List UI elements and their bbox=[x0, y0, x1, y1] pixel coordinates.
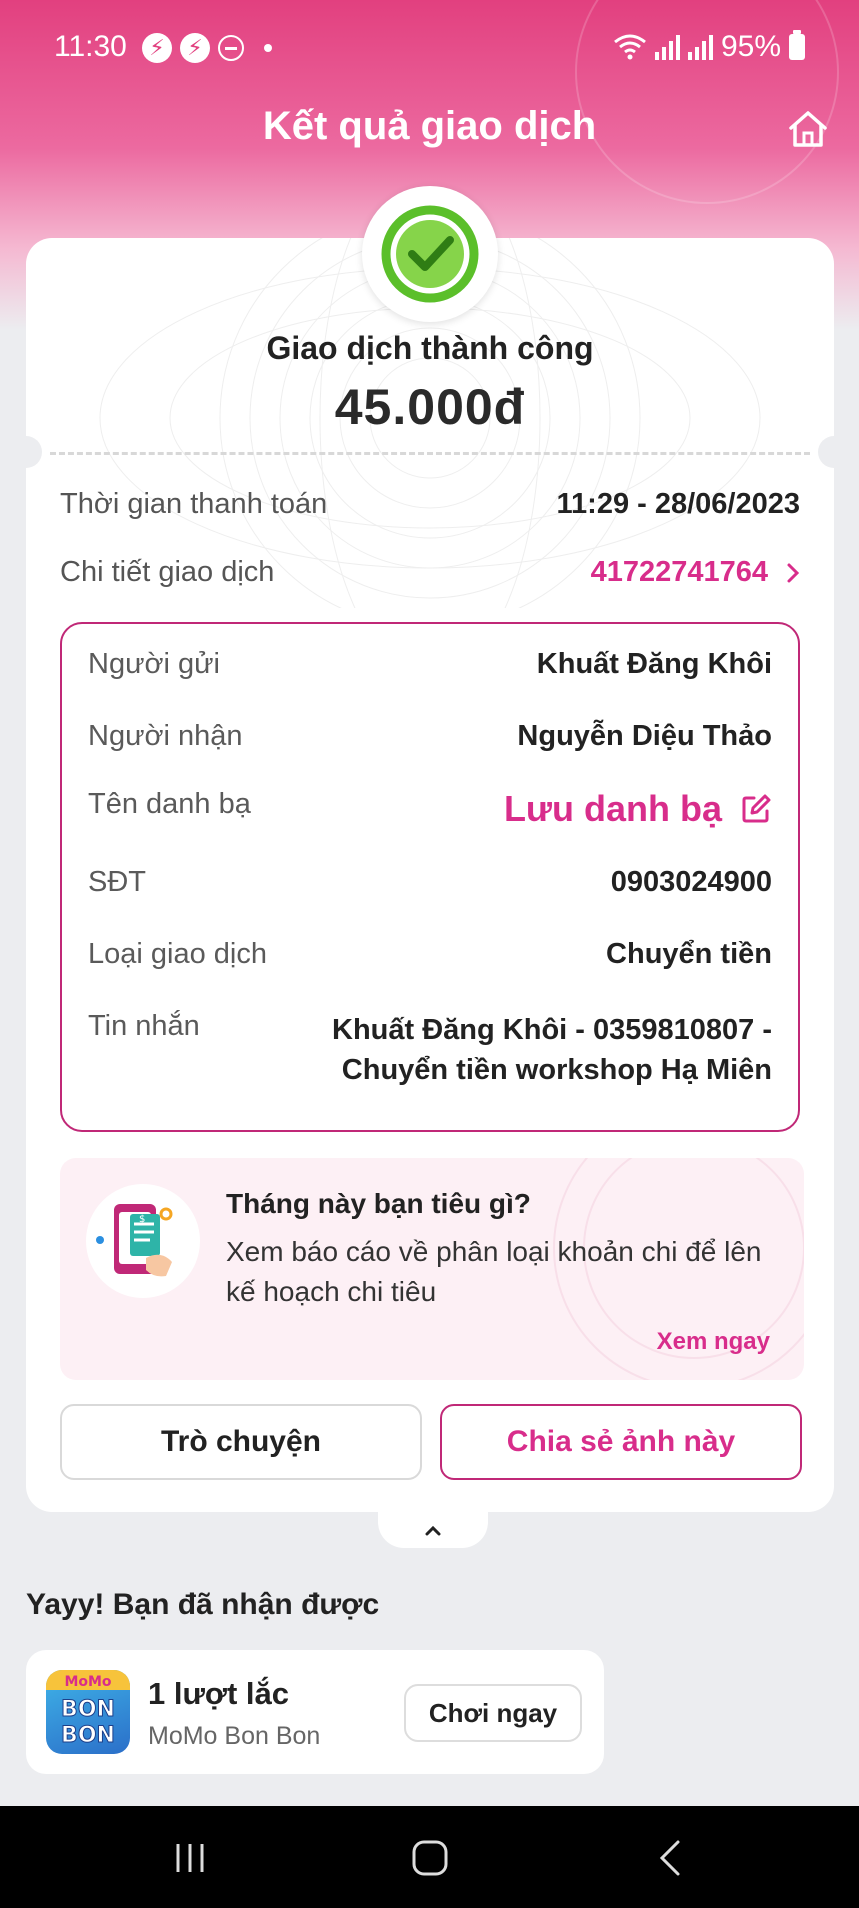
collapse-toggle[interactable] bbox=[378, 1512, 488, 1548]
home-nav-icon[interactable] bbox=[400, 1836, 460, 1880]
recent-apps-icon[interactable] bbox=[160, 1836, 220, 1880]
payment-time-row: Thời gian thanh toán 11:29 - 28/06/2023 bbox=[60, 488, 800, 521]
status-bar: 11:30 ⚡ ⚡ 95% bbox=[0, 0, 859, 96]
spending-report-banner[interactable]: $ Tháng này bạn tiêu gì? Xem báo cáo về … bbox=[60, 1158, 804, 1380]
message-line-2: Chuyển tiền workshop Hạ Miên bbox=[341, 1054, 772, 1086]
transaction-amount: 45.000đ bbox=[334, 379, 526, 435]
message-label: Tin nhắn bbox=[88, 1010, 200, 1042]
phone-label: SĐT bbox=[88, 866, 146, 898]
transaction-detail-label: Chi tiết giao dịch bbox=[60, 556, 275, 588]
payment-time-value: 11:29 - 28/06/2023 bbox=[556, 488, 800, 520]
ticket-notch-right bbox=[818, 436, 850, 468]
contact-label: Tên danh bạ bbox=[88, 788, 251, 820]
notification-icons: ⚡ ⚡ bbox=[142, 33, 272, 63]
message-line-1: Khuất Đăng Khôi - 0359810807 - bbox=[332, 1014, 772, 1046]
momo-bonbon-logo: MoMo BON BON bbox=[46, 1670, 130, 1754]
dashed-divider bbox=[50, 452, 810, 455]
chevron-up-icon bbox=[425, 1525, 441, 1536]
sender-label: Người gửi bbox=[88, 648, 220, 680]
transaction-details-box: Người gửi Khuất Đăng Khôi Người nhận Ngu… bbox=[60, 622, 800, 1132]
banner-title: Tháng này bạn tiêu gì? bbox=[226, 1188, 531, 1219]
success-badge bbox=[362, 186, 498, 322]
logo-text-mid: BON bbox=[61, 1697, 115, 1722]
view-now-link[interactable]: Xem ngay bbox=[657, 1328, 770, 1356]
chevron-right-icon bbox=[787, 563, 800, 582]
banner-description: Xem báo cáo về phân loại khoản chi để lê… bbox=[226, 1236, 762, 1307]
transaction-card: Giao dịch thành công 45.000đ Thời gian t… bbox=[10, 186, 850, 1512]
status-time: 11:30 bbox=[54, 30, 127, 63]
messenger-icon: ⚡ bbox=[180, 33, 210, 63]
ticket-notch-left bbox=[10, 436, 42, 468]
reward-subtitle: MoMo Bon Bon bbox=[148, 1722, 321, 1750]
sender-value: Khuất Đăng Khôi bbox=[536, 648, 772, 680]
transaction-type-label: Loại giao dịch bbox=[88, 938, 267, 970]
receiver-row: Người nhận Nguyễn Diệu Thảo bbox=[88, 720, 772, 753]
transaction-type-value: Chuyển tiền bbox=[606, 938, 772, 970]
reward-heading: Yayy! Bạn đã nhận được bbox=[26, 1588, 380, 1621]
transaction-detail-row[interactable]: Chi tiết giao dịch 41722741764 bbox=[60, 556, 800, 589]
system-icons: 95% bbox=[613, 30, 805, 64]
chat-button[interactable]: Trò chuyện bbox=[60, 1404, 422, 1480]
phone-value: 0903024900 bbox=[610, 866, 772, 898]
message-value: Khuất Đăng Khôi - 0359810807 - Chuyển ti… bbox=[332, 1010, 772, 1090]
save-contact-label: Lưu danh bạ bbox=[503, 788, 722, 829]
svg-text:$: $ bbox=[139, 1214, 145, 1225]
reward-card[interactable]: MoMo BON BON 1 lượt lắc MoMo Bon Bon Chơ… bbox=[26, 1650, 604, 1774]
wifi-icon bbox=[614, 34, 646, 60]
dot-icon bbox=[264, 44, 272, 52]
message-row: Tin nhắn Khuất Đăng Khôi - 0359810807 - … bbox=[88, 1010, 772, 1090]
logo-text-bot: BON bbox=[61, 1723, 115, 1748]
system-navigation-bar bbox=[0, 1806, 859, 1908]
status-text: Giao dịch thành công bbox=[266, 330, 594, 366]
receiver-label: Người nhận bbox=[88, 720, 243, 752]
play-now-button[interactable]: Chơi ngay bbox=[404, 1684, 582, 1742]
messenger-icon: ⚡ bbox=[142, 33, 172, 63]
spending-report-icon: $ bbox=[86, 1184, 200, 1298]
contact-row: Tên danh bạ Lưu danh bạ bbox=[88, 788, 772, 830]
edit-icon bbox=[742, 794, 771, 823]
transaction-type-row: Loại giao dịch Chuyển tiền bbox=[88, 938, 772, 971]
page-title: Kết quả giao dịch bbox=[262, 104, 597, 148]
phone-row: SĐT 0903024900 bbox=[88, 866, 772, 899]
signal-icon bbox=[654, 34, 680, 60]
sender-row: Người gửi Khuất Đăng Khôi bbox=[88, 648, 772, 681]
battery-icon bbox=[789, 30, 805, 60]
transaction-id: 41722741764 bbox=[590, 556, 768, 588]
payment-time-label: Thời gian thanh toán bbox=[60, 488, 328, 520]
back-icon[interactable] bbox=[640, 1836, 700, 1880]
signal-icon bbox=[687, 34, 713, 60]
save-contact-button[interactable]: Lưu danh bạ bbox=[504, 788, 772, 830]
check-circle-icon bbox=[381, 205, 479, 303]
logo-text-top: MoMo bbox=[64, 1674, 111, 1690]
transaction-id-link[interactable]: 41722741764 bbox=[591, 556, 800, 589]
home-icon[interactable] bbox=[785, 106, 831, 152]
reward-title: 1 lượt lắc bbox=[148, 1676, 289, 1711]
do-not-disturb-icon bbox=[218, 35, 244, 61]
share-image-button[interactable]: Chia sẻ ảnh này bbox=[440, 1404, 802, 1480]
receiver-value: Nguyễn Diệu Thảo bbox=[517, 720, 772, 752]
battery-percent: 95% bbox=[720, 30, 781, 63]
